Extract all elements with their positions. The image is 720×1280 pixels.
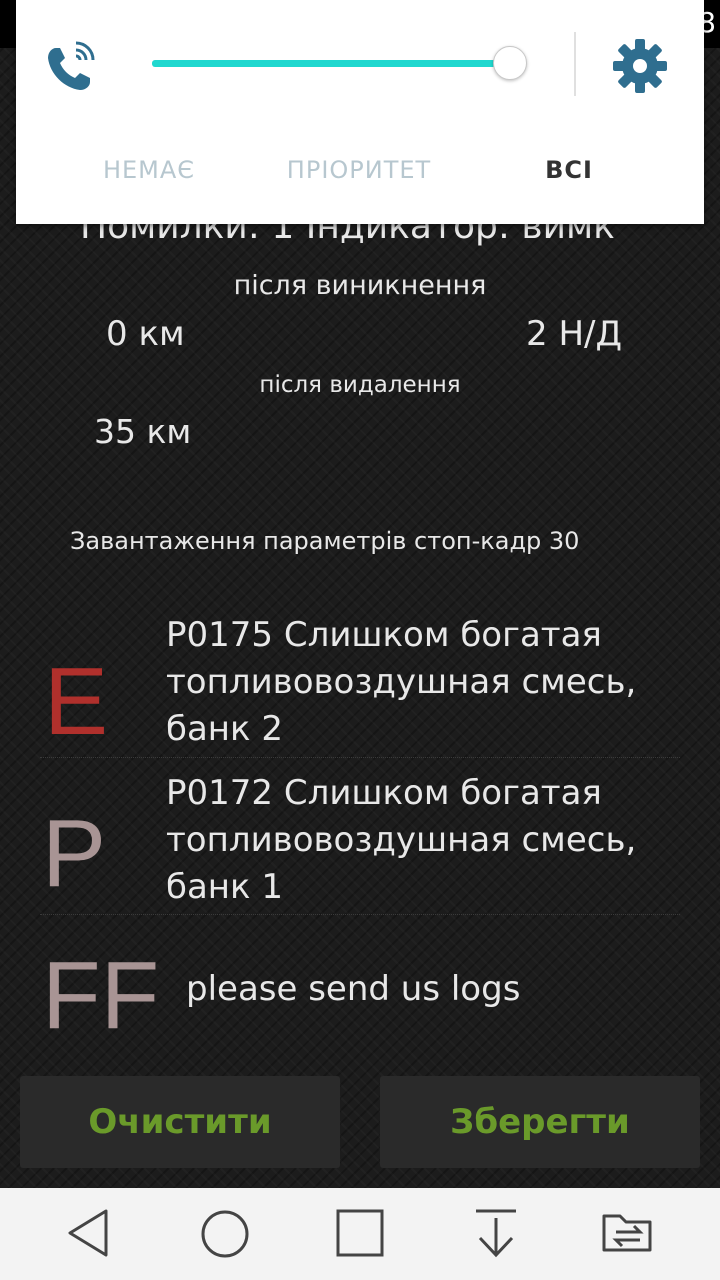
divider: [574, 32, 576, 96]
tab-all[interactable]: ВСІ: [469, 156, 669, 184]
code-letter: FF: [42, 942, 160, 1049]
list-item[interactable]: FF please send us logs: [0, 940, 720, 1050]
divider: [40, 914, 680, 916]
save-button[interactable]: Зберегти: [380, 1076, 700, 1168]
code-letter: E: [44, 648, 109, 755]
list-item[interactable]: P P0172 Слишком богатая топливовоздушная…: [0, 770, 720, 920]
volume-slider[interactable]: [152, 60, 512, 67]
switch-sim-icon[interactable]: [600, 1208, 662, 1258]
list-item[interactable]: E P0175 Слишком богатая топливовоздушная…: [0, 612, 720, 762]
tab-priority[interactable]: ПРІОРИТЕТ: [259, 156, 459, 184]
code-letter: P: [42, 800, 107, 907]
divider: [40, 757, 680, 759]
freeze-frame-label: Завантаження параметрів стоп-кадр 30: [70, 527, 580, 555]
code-description: please send us logs: [186, 969, 521, 1009]
dtc-code: P0172: [166, 773, 274, 813]
clear-button[interactable]: Очистити: [20, 1076, 340, 1168]
dtc-code: P0175: [166, 615, 274, 655]
back-icon[interactable]: [66, 1208, 112, 1258]
after-deletion-label: після видалення: [259, 372, 461, 398]
home-icon[interactable]: [199, 1208, 251, 1260]
screen: 8 Помилки: 1 Індикатор: вимк після виник…: [0, 0, 720, 1280]
after-deletion-value: 35 км: [94, 412, 192, 451]
recents-icon[interactable]: [336, 1208, 384, 1258]
tab-none[interactable]: НЕМАЄ: [49, 156, 249, 184]
navigation-bar: [0, 1188, 720, 1280]
gear-icon[interactable]: [610, 36, 670, 96]
volume-slider-knob[interactable]: [493, 46, 527, 80]
phone-vibrate-icon[interactable]: [40, 38, 100, 98]
after-occurrence-label: після виникнення: [233, 270, 487, 301]
notification-panel: НЕМАЄ ПРІОРИТЕТ ВСІ: [16, 0, 704, 224]
notification-pulldown-icon[interactable]: [472, 1208, 520, 1260]
status-value: 2 Н/Д: [526, 314, 623, 354]
code-description: P0175 Слишком богатая топливовоздушная с…: [166, 612, 696, 753]
after-occurrence-value: 0 км: [106, 314, 185, 354]
code-description: P0172 Слишком богатая топливовоздушная с…: [166, 770, 696, 911]
